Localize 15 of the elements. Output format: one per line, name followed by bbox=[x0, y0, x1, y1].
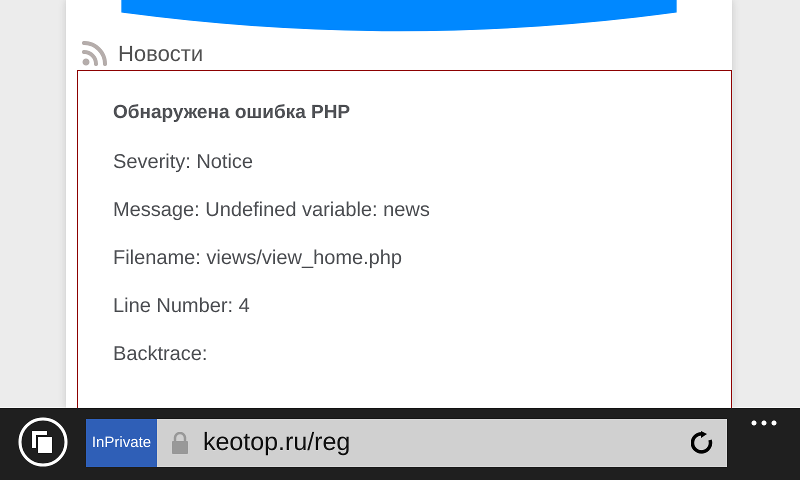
error-detail: Severity: Notice bbox=[113, 150, 254, 176]
address-bar[interactable]: InPrivate keotop.ru/reg bbox=[86, 419, 727, 467]
rss-icon bbox=[82, 40, 108, 66]
section-title: Новости bbox=[118, 40, 204, 68]
error-detail: Filename: views/view_home.php bbox=[113, 246, 404, 272]
inprivate-badge: InPrivate bbox=[86, 419, 157, 467]
error-detail: Line Number: 4 bbox=[113, 294, 251, 320]
refresh-icon[interactable] bbox=[691, 431, 715, 455]
url-text: keotop.ru/reg bbox=[203, 427, 352, 458]
lock-icon bbox=[172, 432, 188, 454]
tabs-icon[interactable] bbox=[18, 417, 68, 467]
more-icon[interactable] bbox=[751, 420, 777, 426]
error-detail: Message: Undefined variable: news bbox=[113, 198, 431, 224]
error-title: Обнаружена ошибка PHP bbox=[113, 100, 352, 125]
error-detail: Backtrace: bbox=[113, 342, 208, 368]
